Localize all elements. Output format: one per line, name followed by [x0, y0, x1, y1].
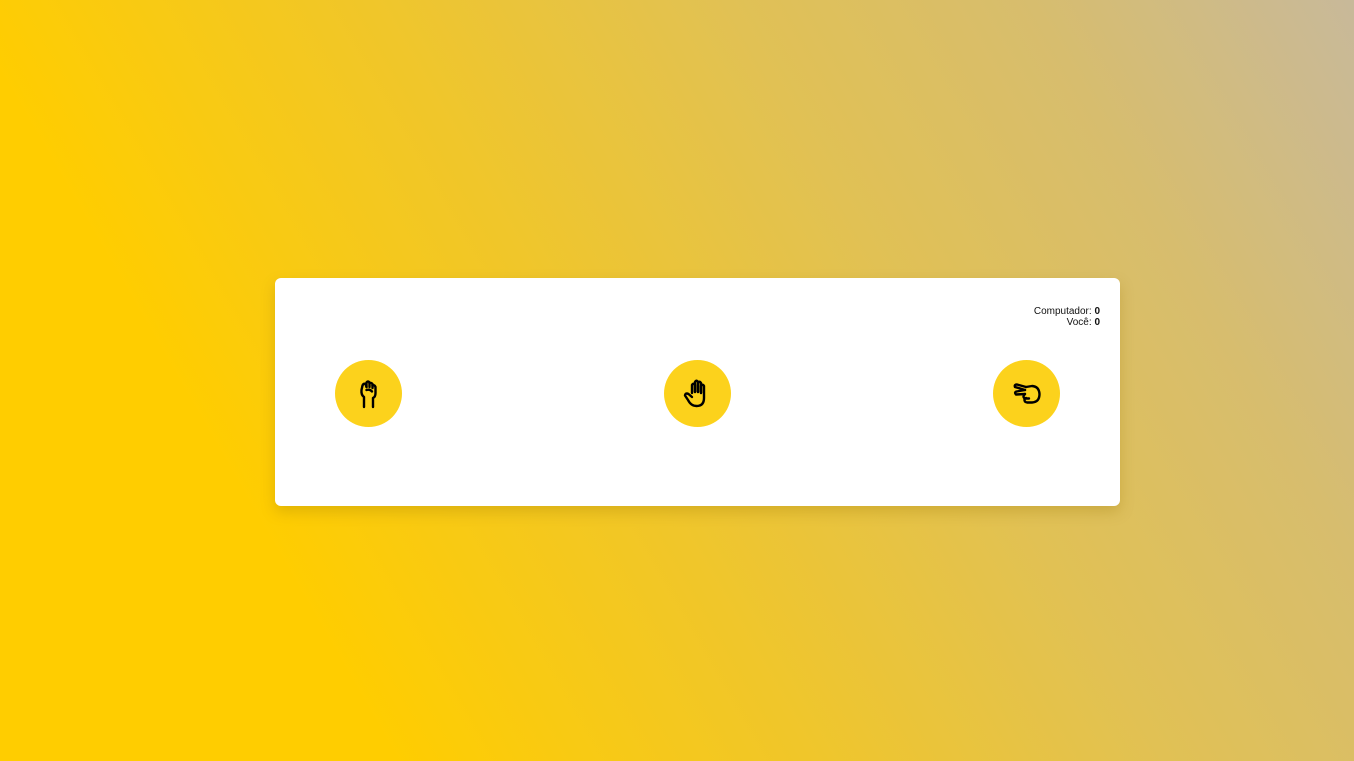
- open-hand-icon: [683, 379, 705, 407]
- game-card: Computador: 0 Você: 0: [275, 278, 1120, 506]
- scoreboard: Computador: 0 Você: 0: [1034, 306, 1100, 328]
- scissors-hand-icon: [1013, 382, 1041, 404]
- paper-button[interactable]: [664, 360, 731, 427]
- player-score-value: 0: [1094, 317, 1100, 328]
- scissors-button[interactable]: [993, 360, 1060, 427]
- computer-score-value: 0: [1094, 306, 1100, 317]
- computer-score-label: Computador:: [1033, 306, 1095, 317]
- player-score-line: Você: 0: [1034, 317, 1100, 328]
- rock-button[interactable]: [335, 360, 402, 427]
- player-score-label: Você:: [1066, 317, 1095, 328]
- fist-hand-icon: [359, 379, 377, 408]
- computer-score-line: Computador: 0: [1034, 306, 1100, 317]
